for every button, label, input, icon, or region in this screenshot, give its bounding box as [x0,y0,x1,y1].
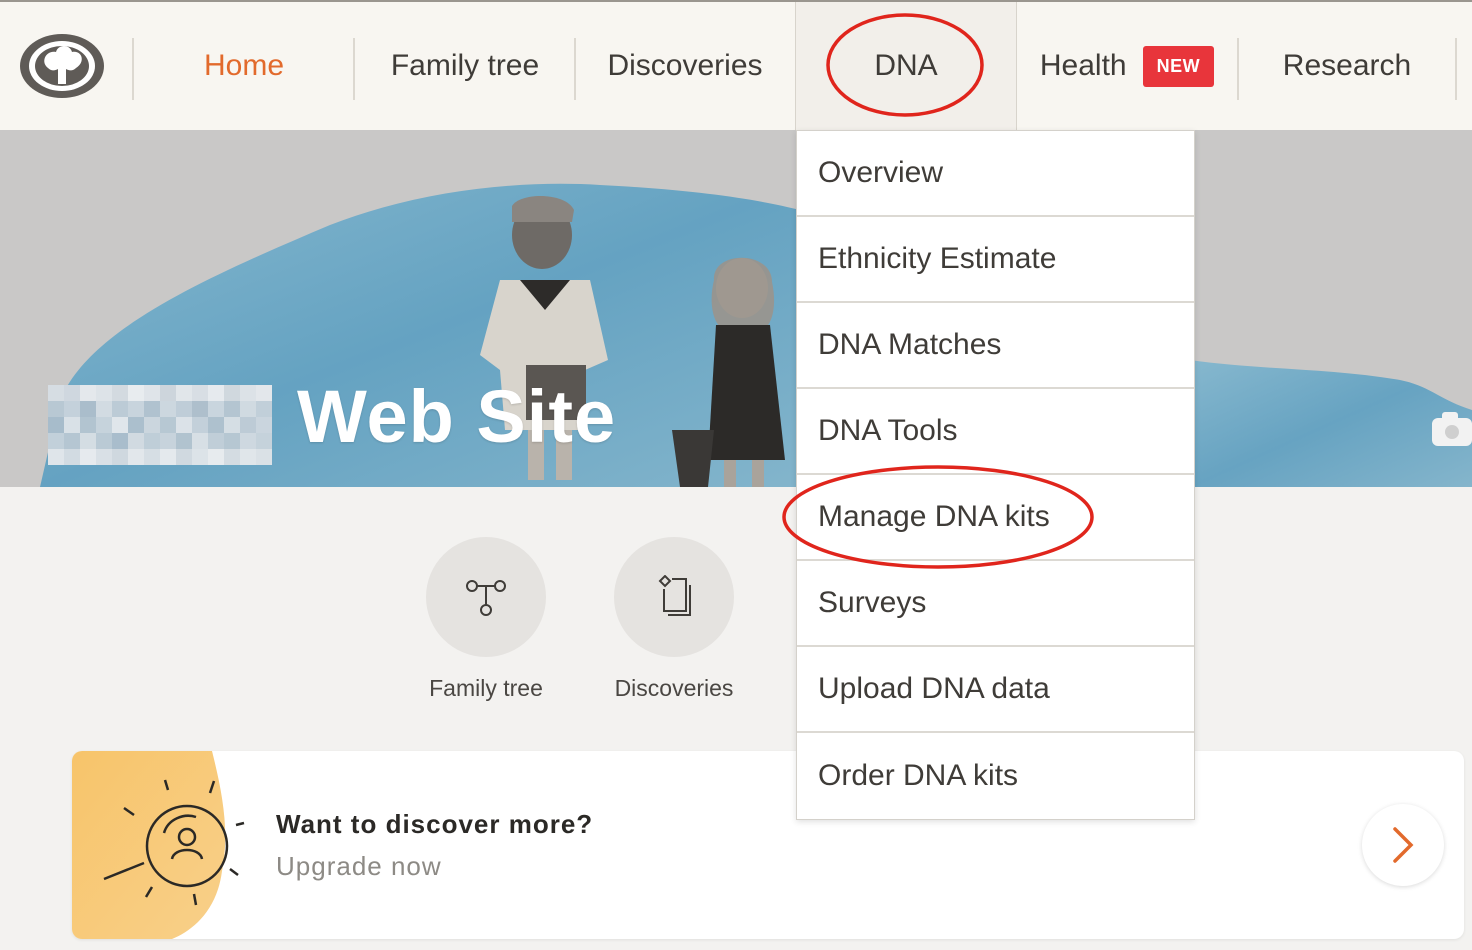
upgrade-card[interactable]: Want to discover more? Upgrade now [72,751,1464,939]
quick-link-circle [614,537,734,657]
quick-link-discoveries[interactable]: Discoveries [599,537,749,702]
menu-item-label: Manage DNA kits [818,500,1050,533]
new-badge: NEW [1142,45,1215,87]
nav-family-tree-label: Family tree [390,49,540,82]
quick-link-label: Discoveries [614,675,734,701]
nav-home[interactable]: Home [134,2,354,130]
menu-item-dna-matches[interactable]: DNA Matches [797,303,1194,389]
nav-discoveries[interactable]: Discoveries [576,2,794,130]
logo-icon[interactable] [18,32,106,100]
quick-link-family-tree[interactable]: Family tree [411,537,561,702]
nav-dna[interactable]: DNA [795,2,1017,130]
menu-item-order-dna-kits[interactable]: Order DNA kits [797,733,1194,819]
upgrade-illustration [72,751,245,939]
quick-link-circle [426,537,546,657]
upgrade-arrow-button[interactable] [1362,804,1444,886]
dna-dropdown-menu: Overview Ethnicity Estimate DNA Matches … [796,130,1195,820]
upgrade-title: Want to discover more? [276,809,594,839]
top-nav: Home Family tree Discoveries DNA Health … [0,2,1472,130]
family-tree-icon [466,580,506,616]
menu-item-label: Order DNA kits [818,759,1019,792]
menu-item-upload-dna-data[interactable]: Upload DNA data [797,647,1194,733]
quick-link-label: Family tree [429,675,543,701]
nav-family-tree[interactable]: Family tree [355,2,575,130]
menu-item-surveys[interactable]: Surveys [797,561,1194,647]
upgrade-subtitle[interactable]: Upgrade now [276,851,442,882]
menu-item-label: DNA Tools [818,414,958,447]
pixelated-name [48,385,272,465]
discoveries-icon [658,575,691,616]
menu-item-label: Overview [818,156,944,189]
menu-item-overview[interactable]: Overview [797,131,1194,217]
nav-health-label: Health [1039,49,1127,82]
menu-item-manage-dna-kits[interactable]: Manage DNA kits [797,475,1194,561]
nav-research[interactable]: Research [1239,2,1455,130]
menu-item-dna-tools[interactable]: DNA Tools [797,389,1194,475]
chevron-right-icon [1393,827,1414,863]
nav-separator [1455,38,1457,100]
menu-item-label: Ethnicity Estimate [818,242,1057,275]
hero-title: Web Site [297,375,617,458]
nav-dna-label: DNA [874,49,938,82]
menu-item-label: DNA Matches [818,328,1002,361]
nav-discoveries-label: Discoveries [607,49,763,82]
menu-item-label: Surveys [818,586,927,619]
camera-icon[interactable] [1430,408,1472,448]
nav-home-label: Home [203,49,285,82]
nav-health[interactable]: Health NEW [1018,2,1236,130]
nav-research-label: Research [1282,49,1412,82]
menu-item-label: Upload DNA data [818,672,1050,705]
menu-item-ethnicity-estimate[interactable]: Ethnicity Estimate [797,217,1194,303]
